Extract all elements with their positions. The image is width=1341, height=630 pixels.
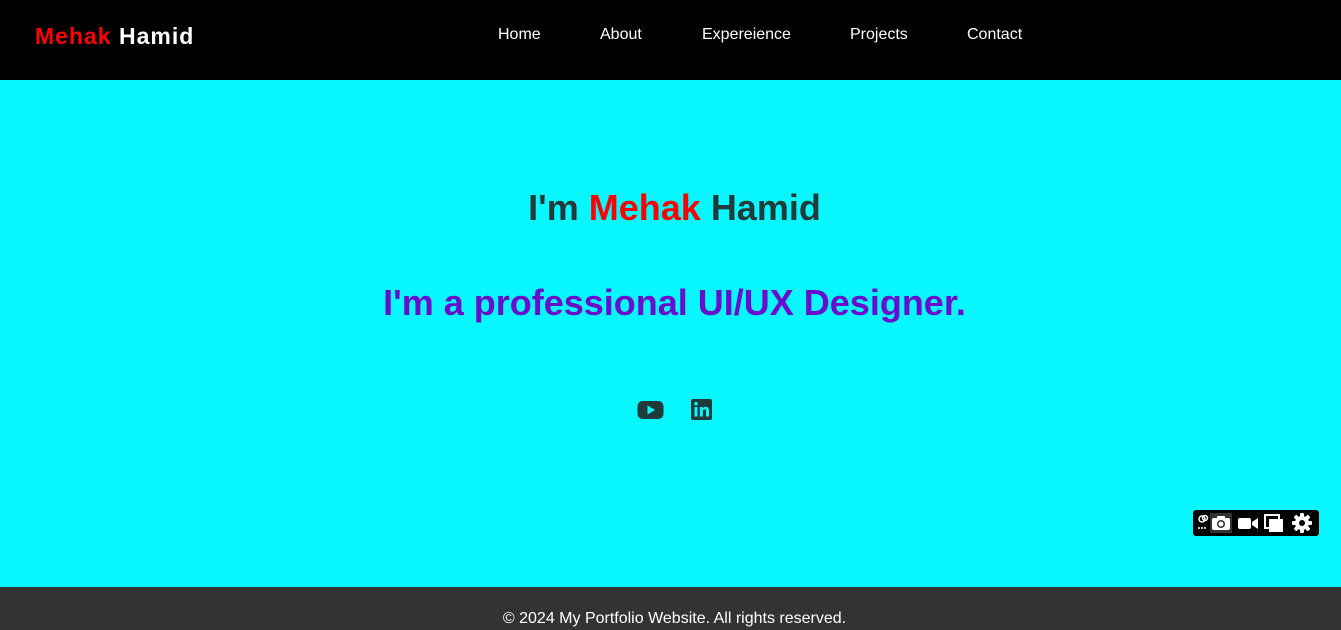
gear-icon[interactable]	[1291, 513, 1313, 533]
copy-icon[interactable]	[1263, 513, 1285, 533]
linkedin-icon	[691, 399, 712, 420]
youtube-icon	[637, 401, 664, 419]
nav-link-home[interactable]: Home	[498, 25, 541, 45]
hero-title-first-name: Mehak	[588, 187, 701, 228]
nav-link-about[interactable]: About	[600, 25, 642, 45]
nav-link-experience[interactable]: Expereience	[702, 25, 791, 45]
page-footer: © 2024 My Portfolio Website. All rights …	[0, 587, 1341, 630]
hero-title: I'm Mehak Hamid	[0, 187, 1341, 229]
youtube-link[interactable]	[637, 398, 664, 422]
linkedin-link[interactable]	[690, 398, 717, 422]
nav-link-contact[interactable]: Contact	[967, 25, 1022, 45]
link-icon[interactable]	[1196, 513, 1210, 533]
floating-capture-toolbar	[1193, 510, 1319, 536]
camera-icon[interactable]	[1210, 513, 1232, 533]
footer-copyright: © 2024 My Portfolio Website. All rights …	[502, 610, 847, 627]
hero-title-last-name: Hamid	[710, 187, 821, 228]
video-camera-icon[interactable]	[1237, 513, 1259, 533]
hero-title-prefix: I'm	[528, 187, 579, 228]
main-nav: Home About Expereience Projects Contact	[0, 25, 1341, 47]
portfolio-page: Mehak Hamid Home About Expereience Proje…	[0, 0, 1341, 630]
nav-link-projects[interactable]: Projects	[850, 25, 908, 45]
top-navbar: Mehak Hamid Home About Expereience Proje…	[0, 0, 1341, 80]
social-links	[0, 398, 1341, 424]
hero-section: I'm Mehak Hamid I'm a professional UI/UX…	[0, 80, 1341, 587]
hero-subtitle: I'm a professional UI/UX Designer.	[383, 282, 966, 323]
